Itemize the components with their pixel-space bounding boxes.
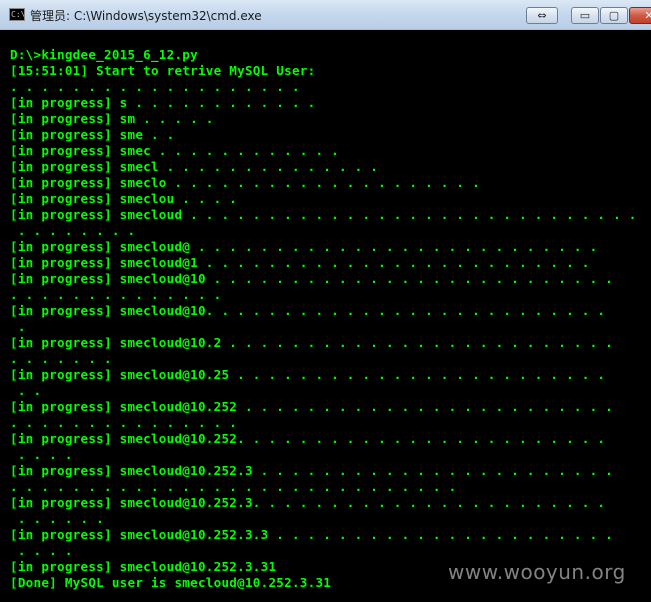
console-line: [in progress] s . . . . . . . . . . . . [10, 95, 316, 110]
console-line: . . . . . . . . . . . . . . . . . . . . … [10, 479, 457, 494]
console-line: D:\>kingdee_2015_6_12.py [10, 47, 198, 62]
console-line: [in progress] smecloud@10.252.3. . . . .… [10, 495, 606, 510]
console-line: [in progress] sme . . [10, 127, 175, 142]
console-line: [in progress] smec . . . . . . . . . . .… [10, 143, 339, 158]
console-line: [in progress] sm . . . . . [10, 111, 214, 126]
console-line: [in progress] smecloud@10.252 . . . . . … [10, 399, 614, 414]
console-line: . . . . . . . . [10, 223, 136, 238]
console-line: [in progress] smeclo . . . . . . . . . .… [10, 175, 480, 190]
console-line: [in progress] smecloud@10.252.3.3 . . . … [10, 527, 614, 542]
console-line: [in progress] smecloud@10. . . . . . . .… [10, 303, 606, 318]
console-line: [in progress] smecloud@1 . . . . . . . .… [10, 255, 590, 270]
close-button[interactable]: ✕ [629, 7, 651, 24]
console-line: . . . . [10, 543, 73, 558]
console-line: [in progress] smecl . . . . . . . . . . … [10, 159, 379, 174]
watermark-text: www.wooyun.org [448, 560, 626, 584]
console-line: [in progress] smeclou . . . . [10, 191, 238, 206]
console-line: [15:51:01] Start to retrive MySQL User: [10, 63, 316, 78]
console-line: . . . . [10, 447, 73, 462]
console-output[interactable]: D:\>kingdee_2015_6_12.py [15:51:01] Star… [0, 30, 651, 602]
console-line: [in progress] smecloud@ . . . . . . . . … [10, 239, 598, 254]
console-line: [in progress] smecloud@10.2 . . . . . . … [10, 335, 614, 350]
title-bar[interactable]: C:\ 管理员: C:\Windows\system32\cmd.exe ⇔ ▭… [0, 0, 651, 30]
console-line: . [10, 319, 26, 334]
console-lines: D:\>kingdee_2015_6_12.py [15:51:01] Star… [10, 47, 637, 591]
console-line: [in progress] smecloud . . . . . . . . .… [10, 207, 637, 222]
console-line: [in progress] smecloud@10.25 . . . . . .… [10, 367, 606, 382]
console-line: . . . . . . [10, 511, 104, 526]
console-line: . . . . . . . . . . . . . . . . . . . [10, 79, 300, 94]
console-line: . . . . . . . . . . . . . . . [10, 415, 238, 430]
console-line: [in progress] smecloud@10.252.3 . . . . … [10, 463, 614, 478]
console-line: [in progress] smecloud@10.252. . . . . .… [10, 431, 606, 446]
console-line: . . . . . . . . . . . . . . [10, 287, 222, 302]
window-title: 管理员: C:\Windows\system32\cmd.exe [30, 9, 262, 23]
cmd-window: C:\ 管理员: C:\Windows\system32\cmd.exe ⇔ ▭… [0, 0, 651, 602]
console-line: . . . . . . . [10, 351, 112, 366]
minimize-button[interactable]: ▭ [571, 7, 599, 24]
console-line: . . [10, 383, 42, 398]
maximize-button[interactable]: ▢ [600, 7, 628, 24]
cmd-window-icon[interactable]: C:\ [9, 8, 25, 21]
switch-window-button[interactable]: ⇔ [526, 7, 558, 24]
console-line: [in progress] smecloud@10 . . . . . . . … [10, 271, 614, 286]
